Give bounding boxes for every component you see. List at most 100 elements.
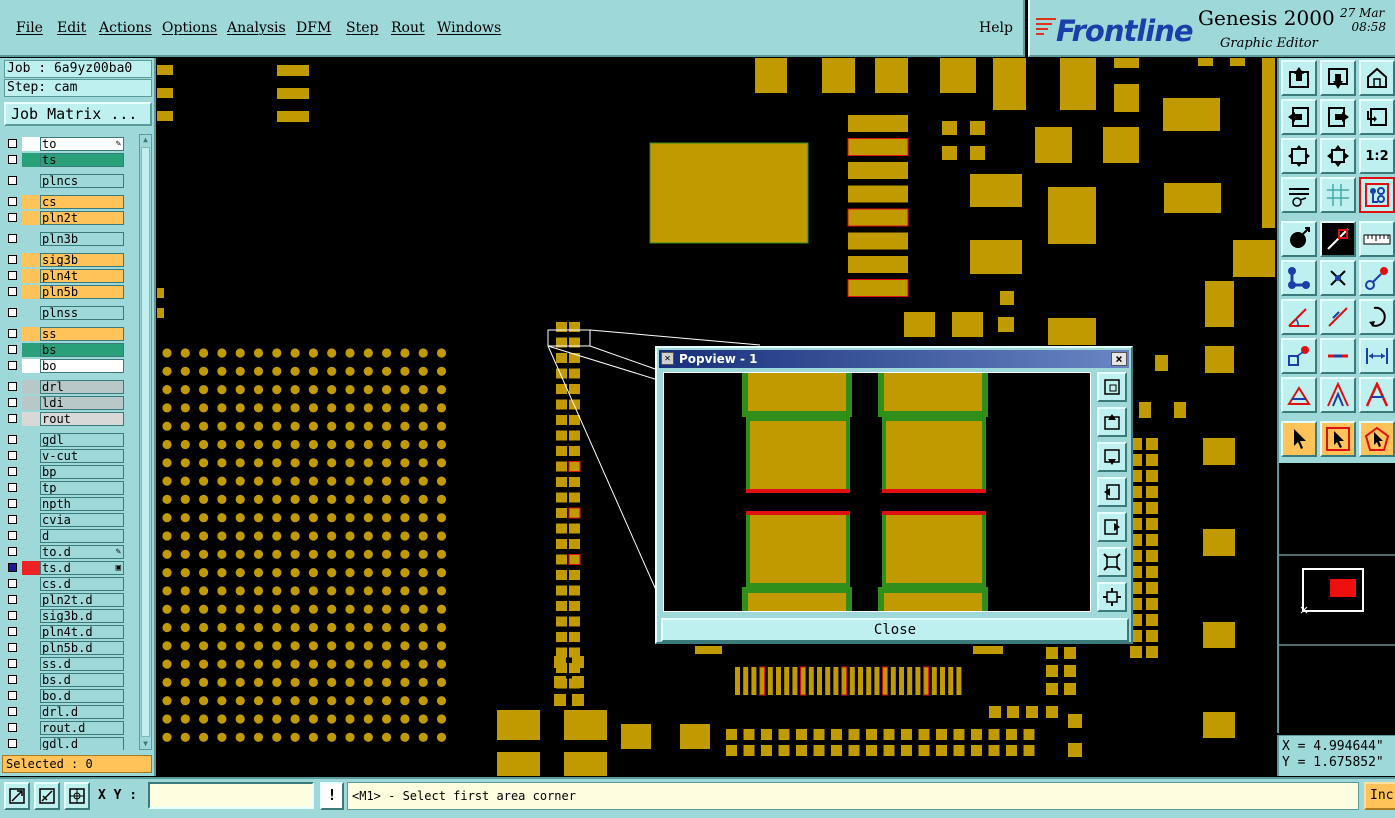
popview-close-button[interactable]: Close [661,618,1129,642]
layer-checkbox[interactable] [8,563,17,572]
layer-color-swatch[interactable] [22,232,40,246]
layer-color-swatch[interactable] [22,174,40,188]
layer-checkbox[interactable] [8,707,17,716]
letter-a-icon[interactable] [1359,377,1395,413]
layer-checkbox[interactable] [8,595,17,604]
xy-input[interactable] [148,782,314,809]
layer-color-swatch[interactable] [22,412,40,426]
layer-checkbox[interactable] [8,308,17,317]
view-up-icon[interactable] [1281,60,1317,96]
layer-name[interactable]: npth [40,497,124,511]
layer-name[interactable]: pln4t [40,269,124,283]
delete-cross-icon[interactable] [1320,260,1356,296]
layer-color-swatch[interactable] [22,593,40,607]
layer-name[interactable]: bs [40,343,124,357]
layer-color-swatch[interactable] [22,577,40,591]
layer-name[interactable]: to ✎ [40,137,124,151]
layer-name[interactable]: pln5b.d [40,641,124,655]
pan-down-icon[interactable] [1097,442,1127,472]
layer-checkbox[interactable] [8,382,17,391]
layer-name[interactable]: tp [40,481,124,495]
inc-button[interactable]: Inc [1364,782,1395,810]
redraw-icon[interactable] [1359,99,1395,135]
menu-analysis[interactable]: Analysis [227,20,286,36]
layer-name[interactable]: rout [40,412,124,426]
layer-color-swatch[interactable] [22,737,40,750]
layer-row-bs-d[interactable]: bs.d [4,673,128,687]
layer-color-swatch[interactable] [22,497,40,511]
layer-row-cs-d[interactable]: cs.d [4,577,128,591]
layer-name[interactable]: drl [40,380,124,394]
menu-actions[interactable]: Actions [99,20,152,36]
layer-checkbox[interactable] [8,515,17,524]
select-polygon-pointer-icon[interactable] [1359,421,1395,457]
arrow-a-icon[interactable] [1320,377,1356,413]
layer-row-to[interactable]: to ✎ [4,137,128,151]
layer-name[interactable]: bo [40,359,124,373]
layer-checkbox[interactable] [8,499,17,508]
view-down-icon[interactable] [1320,60,1356,96]
line-tool-icon[interactable] [1320,221,1356,257]
layer-checkbox[interactable] [8,234,17,243]
layer-color-swatch[interactable] [22,513,40,527]
layer-checkbox[interactable] [8,691,17,700]
arc-icon[interactable] [1359,299,1395,335]
layer-name[interactable]: drl.d [40,705,124,719]
layer-name[interactable]: pln5b [40,285,124,299]
layer-color-swatch[interactable] [22,689,40,703]
layer-color-swatch[interactable] [22,327,40,341]
layer-name[interactable]: bs.d [40,673,124,687]
pan-right-icon[interactable] [1097,512,1127,542]
layer-name[interactable]: ss [40,327,124,341]
layer-name[interactable]: d [40,529,124,543]
layer-color-swatch[interactable] [22,253,40,267]
layer-row-bp[interactable]: bp [4,465,128,479]
connect-icon[interactable] [1281,260,1317,296]
layer-row-plnss[interactable]: plnss [4,306,128,320]
pad-tool-icon[interactable] [1281,221,1317,257]
menu-edit[interactable]: Edit [57,20,86,36]
layer-row-gdl-d[interactable]: gdl.d [4,737,128,750]
layer-color-swatch[interactable] [22,545,40,559]
display-settings-icon[interactable] [1281,177,1317,213]
layer-color-swatch[interactable] [22,137,40,151]
layer-row-ts-d[interactable]: ts.d ▣ [4,561,128,575]
layer-checkbox[interactable] [8,547,17,556]
layer-color-swatch[interactable] [22,481,40,495]
layer-row-cvia[interactable]: cvia [4,513,128,527]
view-right-icon[interactable] [1320,99,1356,135]
layer-row-pln5b[interactable]: pln5b [4,285,128,299]
layer-name[interactable]: ts.d ▣ [40,561,124,575]
zoom-fit-icon[interactable] [1320,138,1356,174]
layer-row-ss[interactable]: ss [4,327,128,341]
layer-name[interactable]: plnss [40,306,124,320]
triangle-icon[interactable] [1281,377,1317,413]
layer-name[interactable]: cs.d [40,577,124,591]
job-matrix-button[interactable]: Job Matrix ... [4,102,152,126]
layer-name[interactable]: sig3b [40,253,124,267]
snap-icon[interactable] [4,782,30,810]
layer-row-bo-d[interactable]: bo.d [4,689,128,703]
layer-checkbox[interactable] [8,739,17,748]
grid-snap-icon[interactable] [64,782,90,810]
layer-color-swatch[interactable] [22,306,40,320]
layer-row-bs[interactable]: bs [4,343,128,357]
layer-name[interactable]: to.d ✎ [40,545,124,559]
layer-color-swatch[interactable] [22,195,40,209]
zoom-home-icon[interactable] [1281,138,1317,174]
layer-color-swatch[interactable] [22,285,40,299]
angle-icon[interactable] [1281,299,1317,335]
menu-help[interactable]: Help [979,20,1013,36]
layer-row-sig3b-d[interactable]: sig3b.d [4,609,128,623]
layer-checkbox[interactable] [8,176,17,185]
layer-color-swatch[interactable] [22,657,40,671]
zoom-box-icon[interactable] [1097,372,1127,402]
layer-color-swatch[interactable] [22,561,40,575]
layer-name[interactable]: gdl [40,433,124,447]
layer-checkbox[interactable] [8,723,17,732]
layer-name[interactable]: v-cut [40,449,124,463]
overview-map[interactable] [1277,463,1395,733]
layer-name[interactable]: bp [40,465,124,479]
menu-options[interactable]: Options [162,20,217,36]
layer-checkbox[interactable] [8,287,17,296]
